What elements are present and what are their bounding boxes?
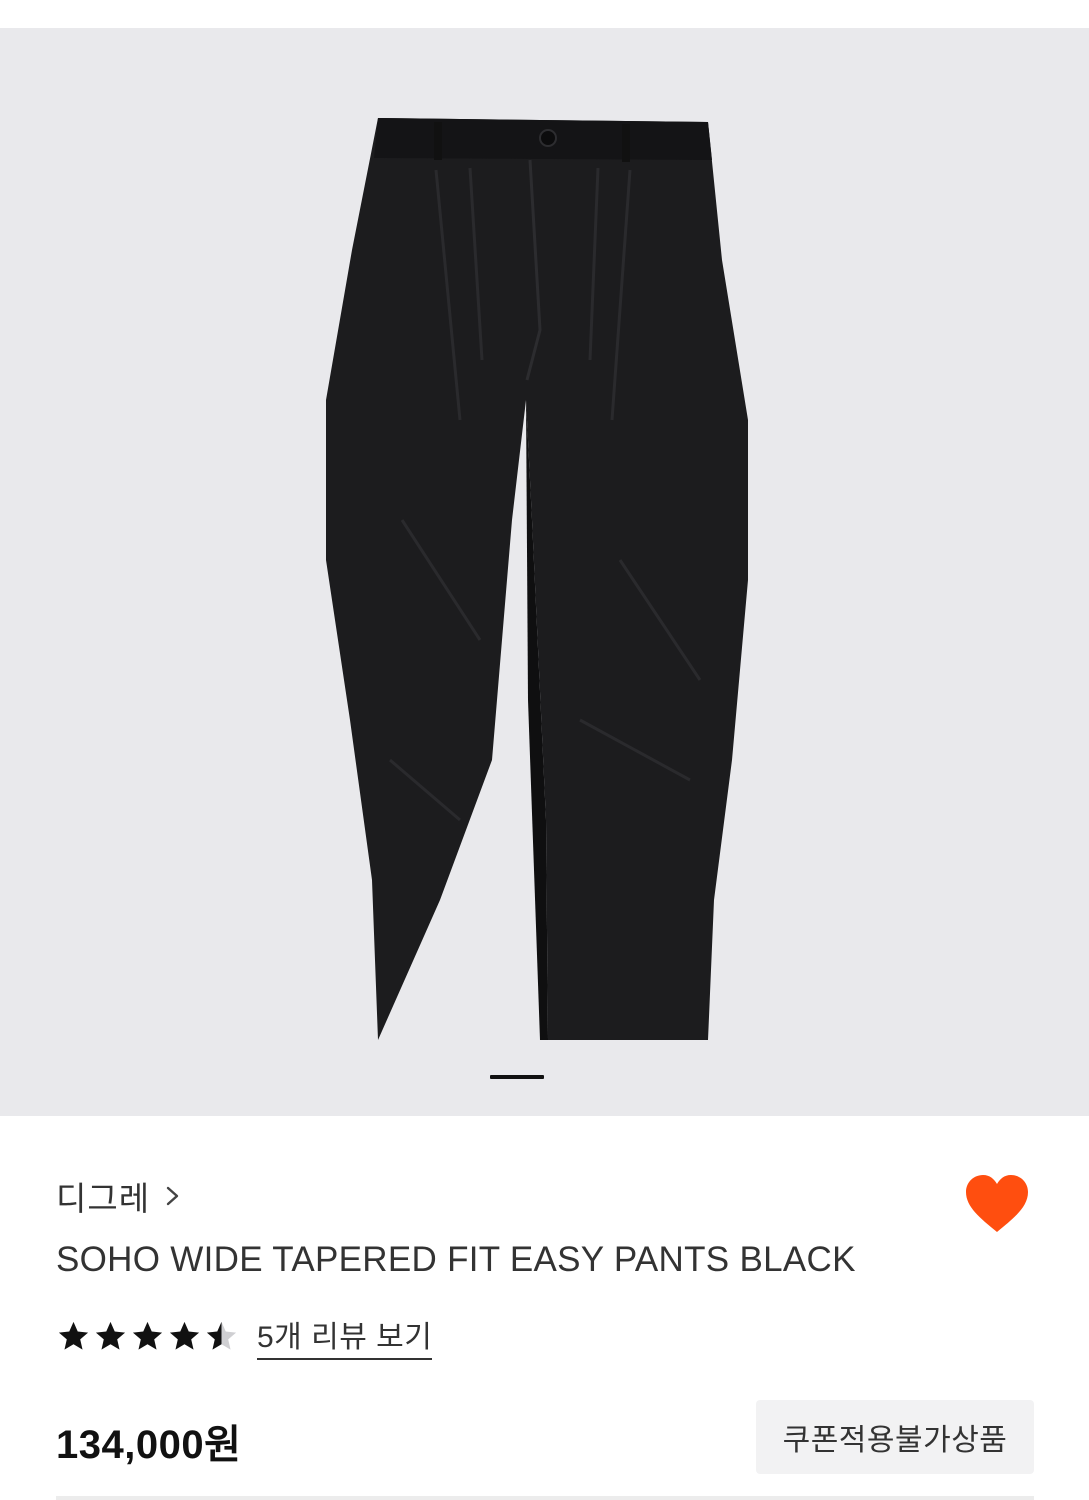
- chevron-right-icon: [166, 1186, 179, 1206]
- belt-loop: [434, 122, 442, 160]
- star-half-icon: [206, 1321, 237, 1350]
- star-icon: [58, 1321, 89, 1350]
- product-image: [326, 118, 748, 1040]
- gallery-page-indicator: [490, 1075, 544, 1079]
- star-icon: [169, 1321, 200, 1350]
- product-price: 134,000원: [56, 1423, 242, 1467]
- belt-loop: [622, 124, 630, 162]
- star-icon: [95, 1321, 126, 1350]
- product-image-gallery[interactable]: [0, 28, 1089, 1116]
- product-title: SOHO WIDE TAPERED FIT EASY PANTS BLACK: [56, 1240, 856, 1279]
- rating-row: 5개 리뷰 보기: [56, 1312, 433, 1360]
- top-strip: [0, 0, 1089, 28]
- pants-button: [539, 129, 557, 147]
- brand-name: 디그레: [56, 1180, 151, 1217]
- brand-link[interactable]: 디그레: [56, 1176, 182, 1217]
- star-icon: [132, 1321, 163, 1350]
- heart-icon[interactable]: [964, 1174, 1030, 1234]
- coupon-badge: 쿠폰적용불가상품: [756, 1400, 1034, 1474]
- review-link[interactable]: 5개 리뷰 보기: [257, 1312, 433, 1360]
- star-rating: [56, 1319, 239, 1354]
- divider: [56, 1496, 1034, 1500]
